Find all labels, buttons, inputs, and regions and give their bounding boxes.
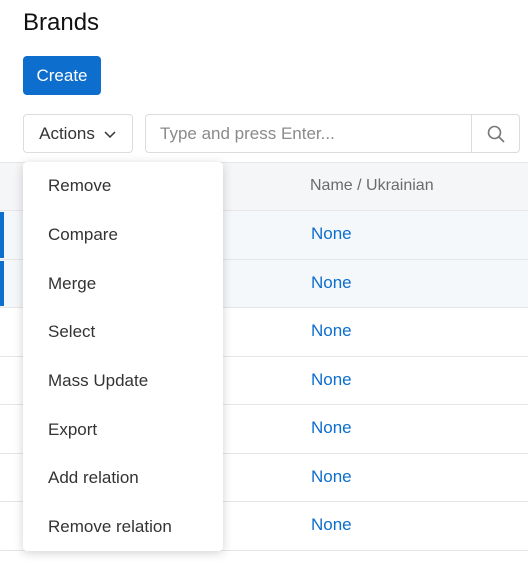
- menu-item-remove-relation[interactable]: Remove relation: [23, 503, 223, 552]
- name-ukrainian-link[interactable]: None: [311, 467, 352, 487]
- search-button[interactable]: [471, 114, 520, 153]
- row-selected-indicator: [0, 212, 4, 258]
- name-ukrainian-link[interactable]: None: [311, 515, 352, 535]
- actions-dropdown-menu: Remove Compare Merge Select Mass Update Expor…: [23, 162, 223, 551]
- menu-item-remove[interactable]: Remove: [23, 162, 223, 211]
- name-ukrainian-link[interactable]: None: [311, 224, 352, 244]
- search-bar: [145, 114, 520, 153]
- page-title: Brands: [23, 9, 100, 36]
- name-ukrainian-link[interactable]: None: [311, 370, 352, 390]
- actions-label: Actions: [39, 123, 95, 143]
- menu-item-export[interactable]: Export: [23, 405, 223, 454]
- menu-item-add-relation[interactable]: Add relation: [23, 454, 223, 503]
- chevron-down-icon: [104, 130, 116, 138]
- create-button[interactable]: Create: [23, 56, 101, 95]
- menu-item-mass-update[interactable]: Mass Update: [23, 357, 223, 406]
- search-input[interactable]: [145, 114, 471, 153]
- actions-button[interactable]: Actions: [23, 114, 133, 153]
- menu-item-compare[interactable]: Compare: [23, 211, 223, 260]
- name-ukrainian-link[interactable]: None: [311, 418, 352, 438]
- row-selected-indicator: [0, 260, 4, 306]
- menu-item-select[interactable]: Select: [23, 308, 223, 357]
- search-icon: [487, 125, 505, 143]
- menu-item-merge[interactable]: Merge: [23, 259, 223, 308]
- name-ukrainian-link[interactable]: None: [311, 273, 352, 293]
- column-header-name-ukrainian[interactable]: Name / Ukrainian: [310, 177, 434, 195]
- name-ukrainian-link[interactable]: None: [311, 321, 352, 341]
